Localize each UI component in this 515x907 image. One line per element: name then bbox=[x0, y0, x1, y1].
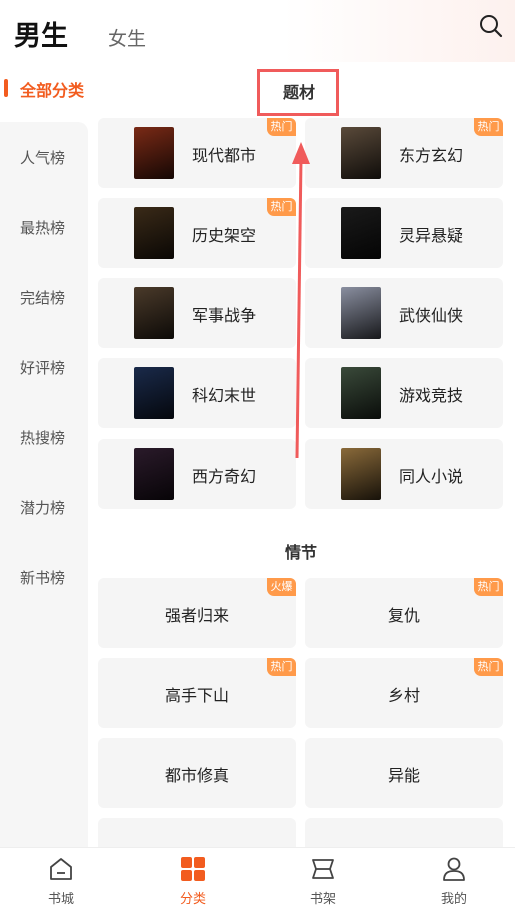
nav-category[interactable]: 分类 bbox=[152, 848, 232, 907]
category-icon bbox=[181, 857, 205, 881]
annotation-arrow bbox=[292, 142, 310, 459]
topic-label: 军事战争 bbox=[192, 306, 257, 325]
search-icon[interactable] bbox=[478, 13, 504, 39]
tab-female[interactable]: 女生 bbox=[108, 24, 146, 51]
topic-card[interactable]: 军事战争 bbox=[98, 278, 296, 348]
nav-label: 书城 bbox=[47, 892, 74, 907]
active-indicator bbox=[4, 79, 8, 97]
bookshelf-icon bbox=[312, 859, 334, 879]
hot-badge: 热门 bbox=[474, 658, 503, 676]
topic-card[interactable]: 东方玄幻 热门 bbox=[305, 118, 503, 188]
book-cover bbox=[134, 367, 174, 419]
book-cover bbox=[134, 207, 174, 259]
sidebar-item-new-books[interactable]: 新书榜 bbox=[20, 567, 65, 588]
topic-card[interactable]: 灵异悬疑 bbox=[305, 198, 503, 268]
book-cover bbox=[341, 448, 381, 500]
plot-card[interactable]: 都市修真 bbox=[98, 738, 296, 808]
topic-card[interactable]: 游戏竞技 bbox=[305, 358, 503, 428]
sidebar: 人气榜 最热榜 完结榜 好评榜 热搜榜 潜力榜 新书榜 bbox=[0, 122, 88, 847]
sidebar-item-hottest[interactable]: 最热榜 bbox=[20, 217, 65, 238]
plot-card[interactable]: 高手下山 热门 bbox=[98, 658, 296, 728]
tab-male[interactable]: 男生 bbox=[14, 14, 68, 53]
sidebar-item-top-rated[interactable]: 好评榜 bbox=[20, 357, 65, 378]
sidebar-item-completed[interactable]: 完结榜 bbox=[20, 287, 65, 308]
plot-card[interactable]: 异能 bbox=[305, 738, 503, 808]
book-cover bbox=[341, 127, 381, 179]
topic-label: 历史架空 bbox=[192, 226, 257, 245]
topic-label: 现代都市 bbox=[192, 146, 257, 165]
section-title-plots: 情节 bbox=[285, 543, 318, 562]
topic-label: 东方玄幻 bbox=[399, 146, 464, 165]
plot-card[interactable]: 乡村 热门 bbox=[305, 658, 503, 728]
topic-label: 武侠仙侠 bbox=[399, 306, 464, 325]
nav-profile[interactable]: 我的 bbox=[413, 848, 493, 907]
nav-bookshelf[interactable]: 书架 bbox=[282, 848, 362, 907]
nav-label: 书架 bbox=[309, 892, 336, 907]
bottom-nav: 书城 分类 书架 我的 bbox=[0, 847, 515, 907]
hot-badge: 热门 bbox=[267, 658, 296, 676]
topic-card[interactable]: 现代都市 热门 bbox=[98, 118, 296, 188]
nav-bookstore[interactable]: 书城 bbox=[20, 848, 100, 907]
profile-icon bbox=[443, 857, 465, 881]
plot-card[interactable]: 强者归来 火爆 bbox=[98, 578, 296, 648]
plot-label: 复仇 bbox=[387, 606, 420, 625]
topic-label: 科幻末世 bbox=[192, 386, 257, 405]
topic-card[interactable]: 科幻末世 bbox=[98, 358, 296, 428]
book-cover bbox=[341, 367, 381, 419]
plot-label: 高手下山 bbox=[164, 686, 229, 705]
annotation-box bbox=[257, 69, 339, 116]
topic-card[interactable]: 武侠仙侠 bbox=[305, 278, 503, 348]
sidebar-item-hot-search[interactable]: 热搜榜 bbox=[20, 427, 65, 448]
sidebar-item-potential[interactable]: 潜力榜 bbox=[20, 497, 65, 518]
hot-badge: 热门 bbox=[474, 578, 503, 596]
sidebar-item-label: 全部分类 bbox=[20, 81, 85, 100]
hot-badge: 热门 bbox=[267, 118, 296, 136]
book-cover bbox=[341, 287, 381, 339]
plot-label: 强者归来 bbox=[164, 606, 229, 625]
hot-badge: 热门 bbox=[474, 118, 503, 136]
topic-card[interactable]: 历史架空 热门 bbox=[98, 198, 296, 268]
topic-card[interactable]: 同人小说 bbox=[305, 439, 503, 509]
sidebar-item-popularity[interactable]: 人气榜 bbox=[20, 147, 65, 168]
sidebar-item-all-categories[interactable]: 全部分类 bbox=[0, 62, 88, 122]
plot-label: 异能 bbox=[387, 766, 420, 785]
plot-label: 乡村 bbox=[387, 686, 420, 705]
top-header: 男生 女生 bbox=[0, 0, 515, 62]
hot-badge: 火爆 bbox=[267, 578, 296, 596]
book-cover bbox=[134, 127, 174, 179]
book-cover bbox=[341, 207, 381, 259]
nav-label: 我的 bbox=[440, 892, 467, 907]
topic-label: 同人小说 bbox=[399, 467, 464, 486]
book-cover bbox=[134, 448, 174, 500]
plot-label: 都市修真 bbox=[164, 766, 229, 785]
book-cover bbox=[134, 287, 174, 339]
plot-card[interactable]: 复仇 热门 bbox=[305, 578, 503, 648]
topic-label: 灵异悬疑 bbox=[399, 226, 464, 245]
nav-label: 分类 bbox=[179, 892, 206, 907]
topic-label: 西方奇幻 bbox=[192, 467, 257, 486]
home-icon bbox=[50, 858, 72, 880]
topic-label: 游戏竞技 bbox=[399, 386, 464, 405]
topic-card[interactable]: 西方奇幻 bbox=[98, 439, 296, 509]
